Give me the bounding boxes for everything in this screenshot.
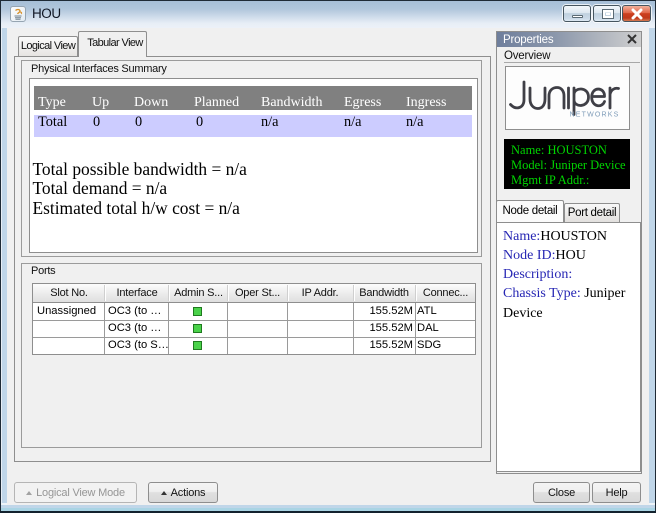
svg-text:NETWORKS: NETWORKS <box>570 112 620 119</box>
